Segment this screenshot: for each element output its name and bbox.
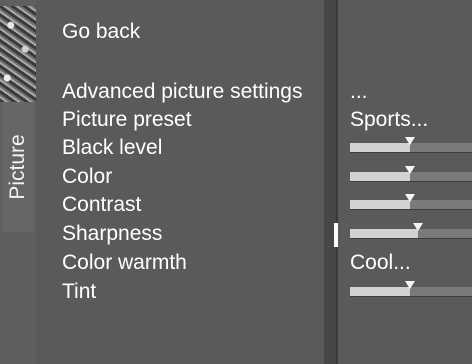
menu-item-color-warmth[interactable]: Color warmth: [62, 249, 187, 277]
slider-fill: [350, 287, 410, 296]
menu-item-sharpness[interactable]: Sharpness: [62, 220, 162, 248]
menu-item-picture-preset[interactable]: Picture preset: [62, 106, 192, 134]
value-panel: [338, 0, 472, 364]
slider-pointer[interactable]: [405, 281, 415, 289]
slider-pointer[interactable]: [405, 166, 415, 174]
black-level-slider[interactable]: [350, 137, 472, 153]
menu-item-color[interactable]: Color: [62, 163, 112, 191]
menu-item-tint[interactable]: Tint: [62, 278, 96, 306]
picture-thumbnail: [0, 6, 37, 102]
selection-indicator: [334, 223, 338, 247]
slider-fill: [350, 200, 410, 209]
advanced-picture-settings-value: ...: [350, 80, 368, 103]
color-warmth-value: Cool...: [350, 251, 411, 274]
color-slider[interactable]: [350, 166, 472, 182]
menu-item-black-level[interactable]: Black level: [62, 134, 162, 162]
slider-fill: [350, 229, 418, 238]
menu-item-contrast[interactable]: Contrast: [62, 191, 141, 219]
slider-pointer[interactable]: [405, 194, 415, 202]
sharpness-slider[interactable]: [350, 223, 472, 239]
slider-fill: [350, 143, 410, 152]
picture-preset-value: Sports...: [350, 108, 429, 131]
go-back-button[interactable]: Go back: [62, 20, 140, 44]
tint-slider[interactable]: [350, 281, 472, 297]
slider-pointer[interactable]: [413, 223, 423, 231]
slider-pointer[interactable]: [405, 137, 415, 145]
contrast-slider[interactable]: [350, 194, 472, 210]
menu-item-advanced-picture-settings[interactable]: Advanced picture settings: [62, 78, 302, 106]
tab-picture-label: Picture: [6, 134, 29, 200]
slider-fill: [350, 172, 410, 181]
